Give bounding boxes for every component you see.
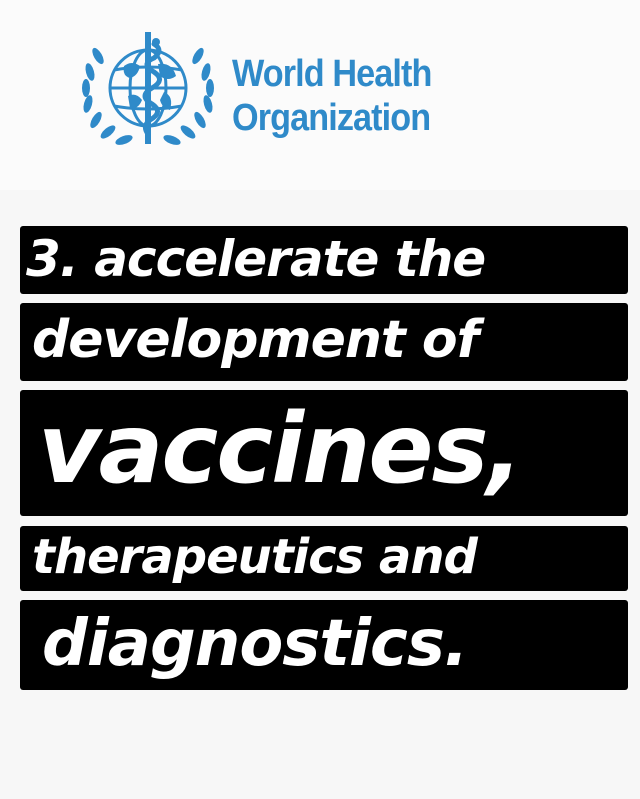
statement-line-4: therapeutics and (20, 526, 628, 591)
organization-name-line-2: Organization (232, 97, 431, 139)
statement-line-2: development of (20, 303, 628, 381)
statement-line-5: diagnostics. (20, 600, 628, 690)
who-emblem-icon (82, 32, 214, 145)
statement-line-1: 3. accelerate the (20, 226, 628, 294)
who-logo: World Health Organization (0, 0, 640, 190)
organization-name: World Health Organization (232, 52, 432, 140)
statement-line-3: vaccines, (20, 390, 628, 516)
organization-name-line-1: World Health (232, 53, 432, 95)
